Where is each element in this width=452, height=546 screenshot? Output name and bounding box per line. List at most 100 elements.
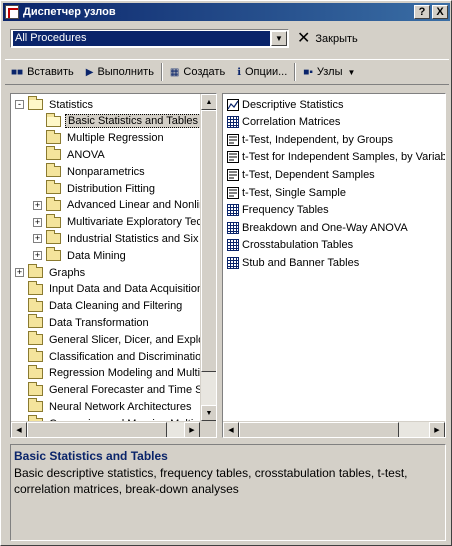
nodes-button-label: Узлы — [316, 66, 343, 78]
tree-item[interactable]: ANOVA — [33, 146, 107, 163]
procedure-filter-dropdown[interactable]: All Procedures ▼ — [10, 29, 289, 48]
folder-icon — [28, 348, 43, 362]
tree-item-label: Classification and Discrimination — [49, 350, 208, 363]
create-icon: ▦ — [169, 66, 180, 78]
options-button[interactable]: ℹ Опции... — [231, 61, 293, 83]
window-title: Диспетчер узлов — [23, 6, 116, 18]
tree-vertical-scrollbar[interactable]: ▲ ▼ — [200, 94, 216, 421]
table-icon — [227, 221, 239, 234]
procedure-item-label: t-Test, Independent, by Groups — [242, 133, 394, 146]
scroll-down-icon[interactable]: ▼ — [201, 405, 216, 421]
tree-item[interactable]: General Forecaster and Time Seri — [15, 381, 216, 399]
create-button-label: Создать — [183, 66, 226, 78]
tree-item[interactable]: + Advanced Linear and Nonline — [33, 196, 213, 214]
folder-icon — [28, 96, 43, 110]
scroll-left-icon[interactable]: ◀ — [223, 422, 239, 437]
folder-icon — [46, 180, 61, 194]
help-button[interactable]: ? — [414, 5, 430, 19]
procedure-item[interactable]: Crosstabulation Tables — [227, 237, 353, 254]
nodes-dropdown-button[interactable]: ■▪ Узлы ▼ — [297, 61, 361, 83]
folder-icon — [28, 280, 43, 295]
procedure-item[interactable]: t-Test, Dependent Samples — [227, 166, 375, 183]
run-button[interactable]: ▶ Выполнить — [80, 61, 160, 83]
folder-icon — [46, 196, 61, 211]
procedure-item[interactable]: Frequency Tables — [227, 202, 329, 219]
table-icon — [227, 239, 239, 252]
tree-item[interactable]: + Industrial Statistics and Six Sig — [33, 230, 216, 247]
expand-icon[interactable]: + — [33, 200, 42, 210]
tree-item[interactable]: Neural Network Architectures — [15, 398, 193, 415]
procedure-item-label: t-Test, Single Sample — [242, 186, 346, 199]
tree-item-label: Nonparametrics — [67, 165, 145, 178]
procedure-item[interactable]: Breakdown and One-Way ANOVA — [227, 219, 408, 236]
procedure-item-label: Frequency Tables — [242, 204, 329, 217]
procedure-item[interactable]: t-Test, Independent, by Groups — [227, 131, 393, 148]
tree-item[interactable]: Input Data and Data Acquisition — [15, 280, 205, 298]
description-panel: Basic Statistics and Tables Basic descri… — [10, 444, 446, 541]
tree-item-label: ANOVA — [67, 148, 105, 161]
folder-icon — [28, 314, 43, 329]
table-icon — [227, 204, 239, 217]
tree-item[interactable]: Regression Modeling and Multivar — [15, 364, 216, 382]
chevron-down-icon[interactable]: ▼ — [271, 31, 287, 46]
procedure-item[interactable]: Stub and Banner Tables — [227, 254, 359, 271]
tree-item-label: Graphs — [49, 266, 86, 279]
procedure-item-label: Crosstabulation Tables — [242, 239, 354, 252]
procedure-list[interactable]: Descriptive Statistics Correlation Matric… — [222, 93, 446, 438]
folder-icon — [46, 112, 61, 127]
tree-item[interactable]: Basic Statistics and Tables — [33, 112, 202, 130]
create-button[interactable]: ▦ Создать — [164, 61, 231, 83]
list-hscroll-thumb[interactable] — [239, 422, 399, 437]
procedure-item-label: Correlation Matrices — [242, 116, 341, 129]
expand-icon[interactable]: + — [33, 251, 42, 261]
scroll-left-icon[interactable]: ◀ — [11, 422, 27, 437]
procedure-filter-value: All Procedures — [13, 31, 270, 46]
procedure-item[interactable]: t-Test, Single Sample — [227, 184, 346, 201]
folder-icon — [46, 129, 61, 144]
scroll-up-icon[interactable]: ▲ — [201, 94, 216, 110]
scroll-right-icon[interactable]: ▶ — [429, 422, 445, 437]
procedure-item[interactable]: Correlation Matrices — [227, 114, 340, 131]
description-title: Basic Statistics and Tables — [14, 449, 168, 463]
tree-item-label: Distribution Fitting — [67, 182, 156, 195]
grid-icon — [227, 116, 239, 129]
procedure-item[interactable]: t-Test for Independent Samples, by Varia… — [227, 149, 445, 166]
tree-scroll-thumb[interactable] — [201, 110, 216, 372]
expand-icon[interactable]: + — [33, 217, 42, 227]
expand-icon[interactable]: + — [15, 268, 24, 277]
tree-item[interactable]: Nonparametrics — [33, 163, 147, 180]
tree-item[interactable]: - Statistics — [15, 96, 95, 113]
tree-item[interactable]: Multiple Regression — [33, 129, 166, 147]
expand-icon[interactable]: + — [33, 234, 42, 244]
tree-item-label: General Slicer, Dicer, and Explore — [49, 333, 215, 346]
close-button[interactable]: ✕ Закрыть — [297, 29, 358, 48]
tree-item[interactable]: Data Cleaning and Filtering — [15, 297, 184, 315]
close-button-label: Закрыть — [315, 32, 358, 45]
options-button-label: Опции... — [245, 66, 288, 78]
tree-item[interactable]: General Slicer, Dicer, and Explore — [15, 331, 216, 348]
category-tree[interactable]: - Statistics Basic Statistics and Tables Mu… — [10, 93, 217, 438]
tree-item[interactable]: + Graphs — [15, 264, 87, 281]
folder-icon — [28, 264, 43, 278]
table-icon — [227, 256, 239, 269]
tree-item[interactable]: Distribution Fitting — [33, 180, 157, 197]
tree-hscroll-thumb[interactable] — [27, 422, 167, 437]
insert-button-label: Вставить — [27, 66, 74, 78]
tree-item[interactable]: Data Transformation — [15, 314, 151, 331]
procedure-item[interactable]: Descriptive Statistics — [227, 96, 343, 113]
window-close-button[interactable]: X — [432, 5, 448, 19]
tree-horizontal-scrollbar[interactable]: ◀ ▶ — [11, 421, 200, 437]
folder-icon — [46, 146, 61, 161]
insert-button[interactable]: ■■ Вставить — [5, 61, 80, 83]
node-manager-window: Диспетчер узлов ? X All Procedures ▼ ✕ З… — [0, 0, 452, 546]
tree-item-label: Basic Statistics and Tables — [65, 114, 202, 129]
scroll-right-icon[interactable]: ▶ — [184, 422, 200, 437]
collapse-icon[interactable]: - — [15, 100, 24, 109]
tree-item[interactable]: Classification and Discrimination — [15, 348, 209, 365]
list-horizontal-scrollbar[interactable]: ◀ ▶ — [223, 421, 445, 437]
tree-item[interactable]: + Data Mining — [33, 247, 128, 264]
tree-item[interactable]: + Multivariate Exploratory Techn — [33, 213, 216, 231]
run-button-label: Выполнить — [97, 66, 154, 78]
description-text: Basic descriptive statistics, frequency … — [14, 466, 408, 496]
nodes-icon: ■▪ — [303, 66, 313, 78]
